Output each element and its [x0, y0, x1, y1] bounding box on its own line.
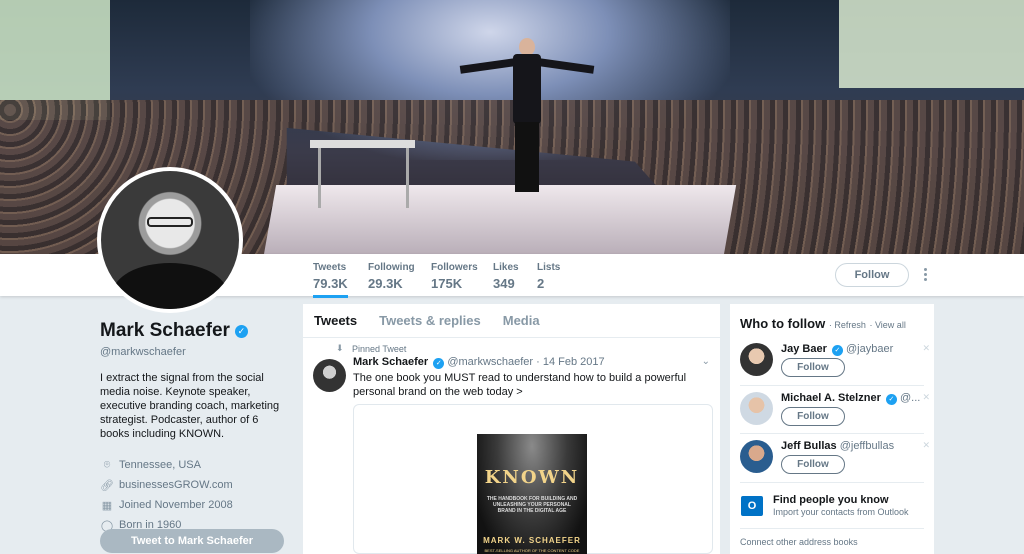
- follow-button[interactable]: Follow: [835, 263, 909, 287]
- tweet-author[interactable]: Mark Schaefer: [353, 356, 428, 368]
- banner-speaker: [459, 38, 595, 198]
- suggestion-name-row[interactable]: Jeff Bullas @jeffbullas: [781, 440, 894, 452]
- banner-screen-right: [839, 0, 1024, 88]
- profile-location: ⌾ Tennessee, USA: [100, 455, 290, 475]
- divider: [740, 385, 924, 386]
- profile-avatar[interactable]: [97, 167, 243, 313]
- tab-tweets-replies[interactable]: Tweets & replies: [379, 313, 481, 328]
- suggestion-name[interactable]: Jay Baer: [781, 343, 827, 355]
- timeline-tabs: Tweets Tweets & replies Media: [303, 304, 720, 338]
- divider: [740, 482, 924, 483]
- suggestion-handle: @...: [899, 392, 921, 404]
- verified-badge-icon: ✓: [433, 357, 445, 369]
- verified-badge-icon: ✓: [831, 344, 843, 356]
- tab-tweets[interactable]: Tweets: [314, 313, 357, 328]
- close-icon[interactable]: ✕: [922, 440, 930, 451]
- stat-value: 175K: [431, 276, 463, 291]
- stat-value: 2: [537, 276, 545, 291]
- book-author: MARK W. SCHAEFER: [483, 536, 581, 545]
- more-dots-icon[interactable]: [920, 266, 930, 284]
- book-tagline: BEST-SELLING AUTHOR OF THE CONTENT CODE: [484, 548, 580, 553]
- profile-card: Mark Schaefer ✓ @markwschaefer I extract…: [100, 320, 290, 535]
- import-contacts-text: Import your contacts from Outlook: [773, 507, 909, 517]
- stat-lists[interactable]: Lists 2: [537, 262, 560, 291]
- stat-tweets[interactable]: Tweets 79.3K: [313, 262, 348, 298]
- location-text: Tennessee, USA: [119, 459, 201, 471]
- divider: [740, 433, 924, 434]
- suggestion-avatar[interactable]: [740, 392, 773, 425]
- stat-label: Tweets: [313, 262, 347, 273]
- chevron-down-icon[interactable]: ⌄: [702, 356, 710, 367]
- suggestion-name-row[interactable]: Jay Baer ✓ @jaybaer: [781, 343, 893, 356]
- book-cover-image: KNOWN THE HANDBOOK FOR BUILDING AND UNLE…: [477, 434, 587, 554]
- tweet-header: Mark Schaefer ✓ @markwschaefer · 14 Feb …: [353, 356, 605, 369]
- suggestion-item: Jay Baer ✓ @jaybaer Follow ✕: [740, 341, 930, 387]
- suggestion-follow-button[interactable]: Follow: [781, 358, 845, 377]
- book-title: KNOWN: [484, 467, 580, 488]
- stat-value: 349: [493, 276, 515, 291]
- banner-table-leg: [406, 148, 409, 208]
- tweet-to-button[interactable]: Tweet to Mark Schaefer: [100, 529, 284, 553]
- suggestion-avatar[interactable]: [740, 343, 773, 376]
- close-icon[interactable]: ✕: [922, 392, 930, 403]
- stat-likes[interactable]: Likes 349: [493, 262, 519, 291]
- suggestion-handle: @jeffbullas: [839, 440, 895, 452]
- banner-table-leg: [318, 148, 321, 208]
- refresh-link[interactable]: · Refresh: [829, 320, 866, 330]
- suggestion-follow-button[interactable]: Follow: [781, 455, 845, 474]
- book-subtitle: THE HANDBOOK FOR BUILDING AND UNLEASHING…: [486, 496, 578, 514]
- tweet-handle[interactable]: @markwschaefer: [447, 356, 533, 368]
- profile-name[interactable]: Mark Schaefer: [100, 320, 230, 342]
- tweet-media-card[interactable]: KNOWN THE HANDBOOK FOR BUILDING AND UNLE…: [353, 404, 713, 554]
- banner-table: [310, 140, 415, 148]
- verified-badge-icon: ✓: [234, 324, 248, 338]
- timeline: Tweets Tweets & replies Media ⬇ Pinned T…: [303, 304, 720, 554]
- divider: [740, 528, 924, 529]
- banner-stage: [263, 185, 737, 254]
- stat-following[interactable]: Following 29.3K: [368, 262, 415, 291]
- who-to-follow-title: Who to follow: [740, 316, 826, 331]
- stat-label: Followers: [431, 262, 478, 273]
- stat-value: 29.3K: [368, 276, 403, 291]
- joined-text: Joined November 2008: [119, 499, 233, 511]
- outlook-icon: O: [741, 496, 763, 516]
- suggestion-name-row[interactable]: Michael A. Stelzner ✓ @...: [781, 392, 920, 405]
- view-all-link[interactable]: · View all: [869, 320, 905, 330]
- calendar-icon: ▦: [101, 499, 113, 512]
- connect-address-books-link[interactable]: Connect other address books: [740, 537, 858, 547]
- profile-bio: I extract the signal from the social med…: [100, 372, 280, 440]
- suggestion-follow-button[interactable]: Follow: [781, 407, 845, 426]
- suggestion-avatar[interactable]: [740, 440, 773, 473]
- stat-label: Lists: [537, 262, 561, 273]
- profile-website[interactable]: 🔗︎ businessesGROW.com: [100, 475, 290, 495]
- tweet-date[interactable]: · 14 Feb 2017: [536, 356, 605, 368]
- who-to-follow-header: Who to follow · Refresh · View all: [740, 316, 906, 331]
- find-people-link[interactable]: Find people you know: [773, 494, 889, 506]
- suggestion-item: Michael A. Stelzner ✓ @... Follow ✕: [740, 390, 930, 436]
- pinned-label: Pinned Tweet: [352, 344, 407, 354]
- verified-badge-icon: ✓: [885, 393, 897, 405]
- stat-value: 79.3K: [313, 276, 348, 291]
- stat-label: Likes: [493, 262, 519, 273]
- suggestion-name[interactable]: Jeff Bullas: [781, 440, 837, 452]
- close-icon[interactable]: ✕: [922, 343, 930, 354]
- profile-handle[interactable]: @markwschaefer: [100, 346, 290, 358]
- suggestion-name[interactable]: Michael A. Stelzner: [781, 392, 881, 404]
- stat-label: Following: [368, 262, 415, 273]
- tweet-avatar[interactable]: [313, 359, 346, 392]
- pin-icon: ⬇: [336, 343, 344, 353]
- suggestion-handle: @jaybaer: [846, 343, 894, 355]
- stat-followers[interactable]: Followers 175K: [431, 262, 478, 291]
- location-pin-icon: ⌾: [103, 458, 111, 471]
- who-to-follow-panel: Who to follow · Refresh · View all Jay B…: [730, 304, 934, 554]
- tweet-text: The one book you MUST read to understand…: [353, 372, 687, 398]
- suggestion-item: Jeff Bullas @jeffbullas Follow ✕: [740, 438, 930, 484]
- link-icon: 🔗︎: [100, 479, 114, 492]
- profile-joined: ▦ Joined November 2008: [100, 495, 290, 515]
- tab-media[interactable]: Media: [503, 313, 540, 328]
- website-link[interactable]: businessesGROW.com: [119, 479, 233, 491]
